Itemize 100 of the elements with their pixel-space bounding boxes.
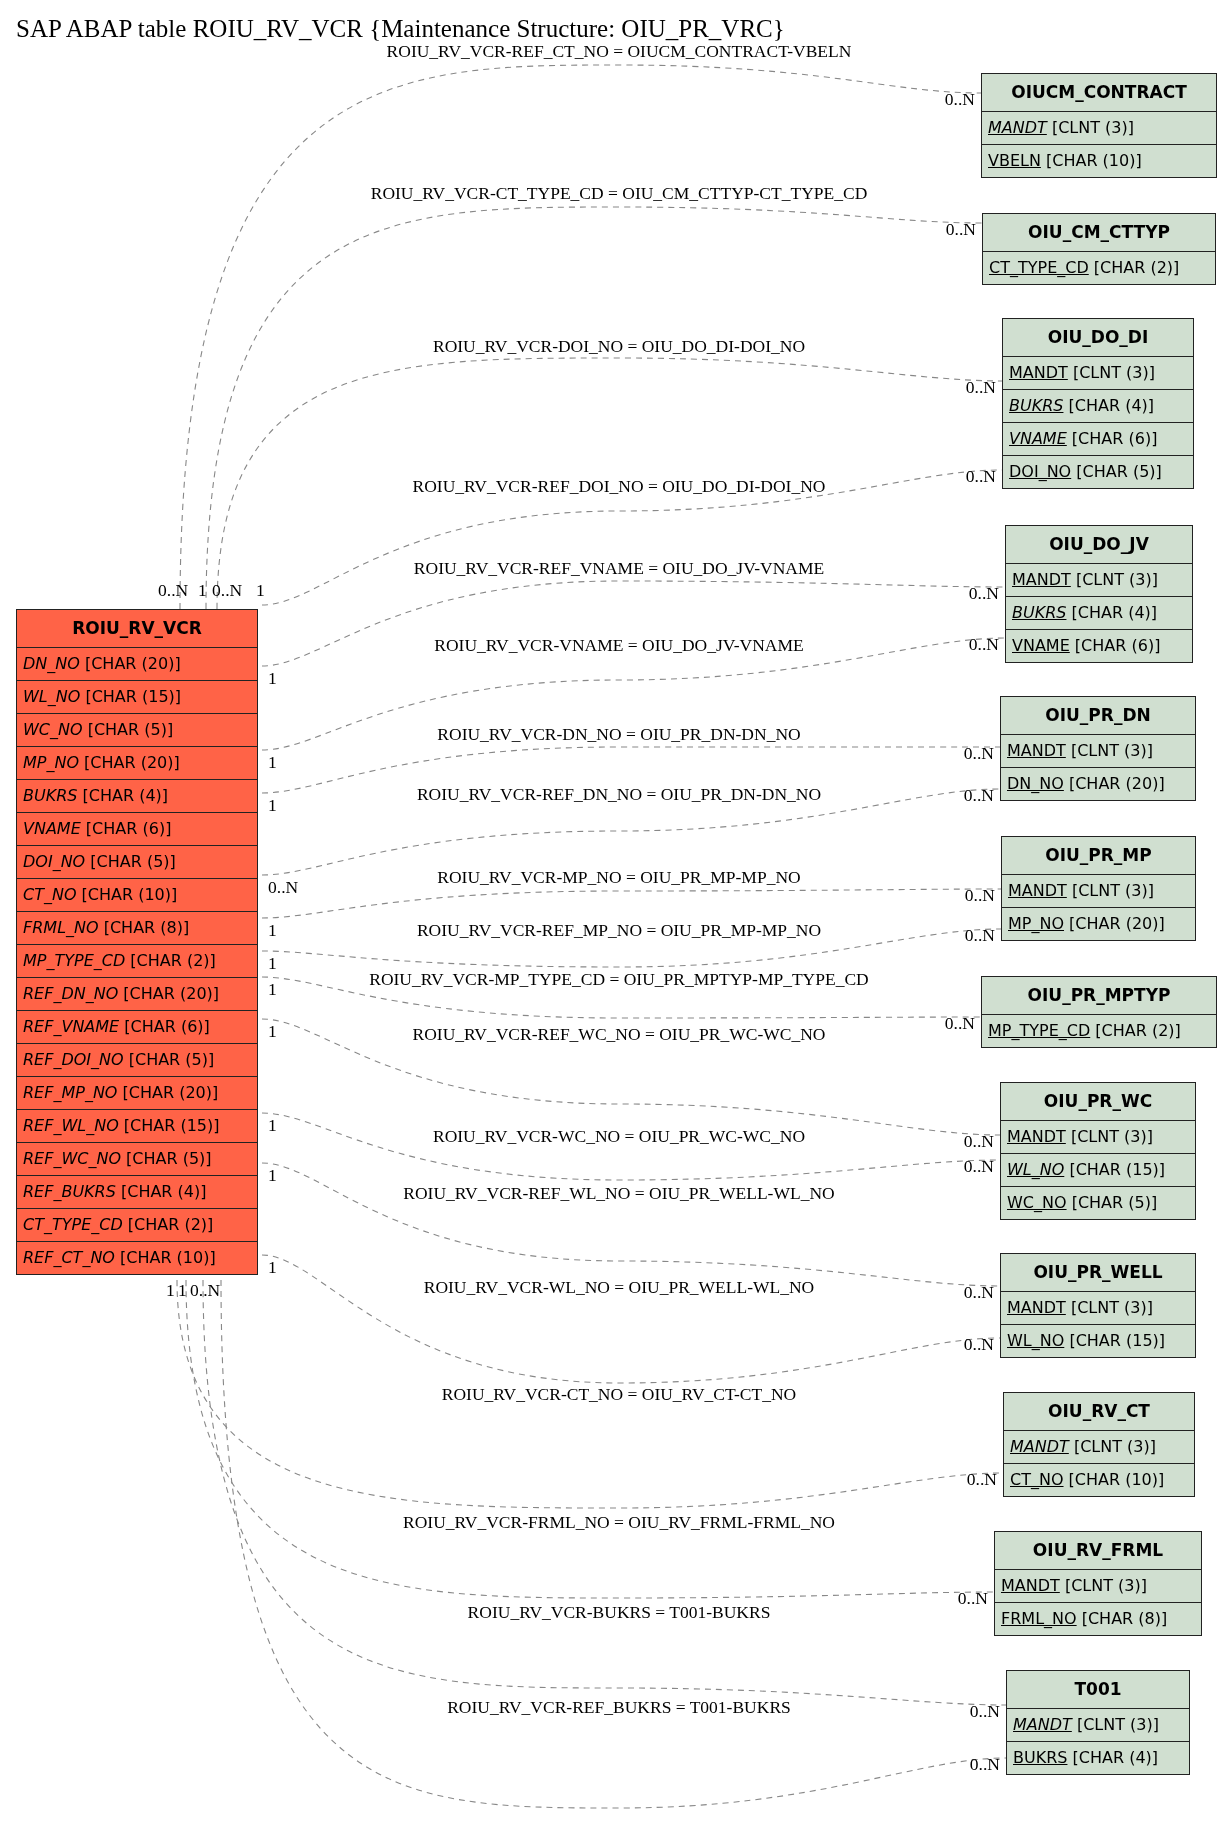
field-row: REF_DN_NO [CHAR (20)] <box>17 977 257 1010</box>
cardinality-label: 0..N <box>968 634 999 654</box>
relation-label: ROIU_RV_VCR-REF_BUKRS = T001-BUKRS <box>447 1697 791 1717</box>
cardinality-label: 0..N <box>963 1334 994 1354</box>
table-name: OIU_PR_MPTYP <box>1026 984 1172 1007</box>
relation-label: ROIU_RV_VCR-DN_NO = OIU_PR_DN-DN_NO <box>437 724 801 744</box>
cardinality-label: 1 <box>268 953 277 973</box>
field-row: FRML_NO [CHAR (8)] <box>995 1602 1201 1635</box>
field-row: VNAME [CHAR (6)] <box>1006 629 1192 662</box>
field-row: MANDT [CLNT (3)] <box>1001 1291 1195 1324</box>
cardinality-label: 0..N <box>968 583 999 603</box>
table-name: OIU_DO_JV <box>1048 533 1150 556</box>
field-row: MANDT [CLNT (3)] <box>1004 1430 1194 1463</box>
cardinality-label: 1 <box>268 795 277 815</box>
field-row: REF_CT_NO [CHAR (10)] <box>17 1241 257 1274</box>
relation-label: ROIU_RV_VCR-REF_CT_NO = OIUCM_CONTRACT-VBELN <box>386 41 852 61</box>
field-row: FRML_NO [CHAR (8)] <box>17 911 257 944</box>
cardinality-label: 1 <box>268 752 277 772</box>
cardinality-label: 1 <box>268 979 277 999</box>
field-row: MP_TYPE_CD [CHAR (2)] <box>982 1014 1216 1047</box>
table-name: OIU_DO_DI <box>1046 326 1150 349</box>
field-row: REF_WC_NO [CHAR (5)] <box>17 1142 257 1175</box>
field-row: REF_BUKRS [CHAR (4)] <box>17 1175 257 1208</box>
field-row: VNAME [CHAR (6)] <box>1003 422 1193 455</box>
cardinality-label: 1 <box>268 920 277 940</box>
relation-label: ROIU_RV_VCR-WL_NO = OIU_PR_WELL-WL_NO <box>423 1277 815 1297</box>
cardinality-label: 1 <box>268 668 277 688</box>
table-name: OIU_PR_MP <box>1044 844 1153 867</box>
cardinality-label: 0..N <box>944 89 975 109</box>
relation-label: ROIU_RV_VCR-REF_WC_NO = OIU_PR_WC-WC_NO <box>412 1024 826 1044</box>
cardinality-label: 1 <box>268 1021 277 1041</box>
field-row: REF_WL_NO [CHAR (15)] <box>17 1109 257 1142</box>
field-row: MANDT [CLNT (3)] <box>1001 734 1195 767</box>
cardinality-label: 0..N <box>966 1469 997 1489</box>
table-name: T001 <box>1073 1678 1123 1701</box>
field-row: CT_NO [CHAR (10)] <box>1004 1463 1194 1496</box>
relation-label: ROIU_RV_VCR-REF_DOI_NO = OIU_DO_DI-DOI_NO <box>412 476 826 496</box>
field-row: BUKRS [CHAR (4)] <box>1007 1741 1189 1774</box>
field-row: VNAME [CHAR (6)] <box>17 812 257 845</box>
relation-label: ROIU_RV_VCR-REF_WL_NO = OIU_PR_WELL-WL_NO <box>403 1183 835 1203</box>
cardinality-label: 0..N <box>964 885 995 905</box>
table-name: OIU_RV_FRML <box>1031 1539 1165 1562</box>
cardinality-label: 0..N <box>963 1131 994 1151</box>
field-row: VBELN [CHAR (10)] <box>982 144 1216 177</box>
field-row: MANDT [CLNT (3)] <box>1003 356 1193 389</box>
cardinality-label: 0..N <box>190 1280 221 1300</box>
cardinality-label: 0..N <box>268 877 299 897</box>
field-row: MANDT [CLNT (3)] <box>982 111 1216 144</box>
relation-label: ROIU_RV_VCR-VNAME = OIU_DO_JV-VNAME <box>434 635 804 655</box>
cardinality-label: 0..N <box>963 785 994 805</box>
relation-label: ROIU_RV_VCR-REF_DN_NO = OIU_PR_DN-DN_NO <box>416 784 822 804</box>
field-row: REF_VNAME [CHAR (6)] <box>17 1010 257 1043</box>
cardinality-label: 0..N <box>945 219 976 239</box>
cardinality-label: 1 <box>256 580 265 600</box>
cardinality-label: 0..N <box>964 925 995 945</box>
field-row: BUKRS [CHAR (4)] <box>1006 596 1192 629</box>
field-row: WL_NO [CHAR (15)] <box>1001 1153 1195 1186</box>
field-row: MANDT [CLNT (3)] <box>1002 874 1195 907</box>
field-row: MANDT [CLNT (3)] <box>1006 563 1192 596</box>
cardinality-label: 0..N <box>963 1156 994 1176</box>
cardinality-label: 0..N <box>965 466 996 486</box>
field-row: REF_MP_NO [CHAR (20)] <box>17 1076 257 1109</box>
relation-label: ROIU_RV_VCR-MP_NO = OIU_PR_MP-MP_NO <box>437 867 801 887</box>
field-row: REF_DOI_NO [CHAR (5)] <box>17 1043 257 1076</box>
cardinality-label: 0..N <box>963 1282 994 1302</box>
field-row: WC_NO [CHAR (5)] <box>1001 1186 1195 1219</box>
field-row: DOI_NO [CHAR (5)] <box>1003 455 1193 488</box>
table-name: OIU_RV_CT <box>1047 1400 1151 1423</box>
field-row: WC_NO [CHAR (5)] <box>17 713 257 746</box>
cardinality-label: 0..N <box>158 580 189 600</box>
field-row: MANDT [CLNT (3)] <box>1001 1120 1195 1153</box>
relation-label: ROIU_RV_VCR-CT_TYPE_CD = OIU_CM_CTTYP-CT_TYPE_CD <box>370 183 868 203</box>
table-name: OIUCM_CONTRACT <box>1010 81 1188 104</box>
table-name: OIU_PR_WC <box>1042 1090 1154 1113</box>
cardinality-label: 1 <box>268 1165 277 1185</box>
field-row: CT_TYPE_CD [CHAR (2)] <box>17 1208 257 1241</box>
relation-label: ROIU_RV_VCR-MP_TYPE_CD = OIU_PR_MPTYP-MP_TYPE_CD <box>369 969 869 989</box>
field-row: WL_NO [CHAR (15)] <box>1001 1324 1195 1357</box>
cardinality-label: 0..N <box>965 377 996 397</box>
field-row: BUKRS [CHAR (4)] <box>17 779 257 812</box>
relation-label: ROIU_RV_VCR-DOI_NO = OIU_DO_DI-DOI_NO <box>433 336 805 356</box>
relation-label: ROIU_RV_VCR-WC_NO = OIU_PR_WC-WC_NO <box>432 1126 806 1146</box>
cardinality-label: 0..N <box>969 1701 1000 1721</box>
relation-label: ROIU_RV_VCR-CT_NO = OIU_RV_CT-CT_NO <box>441 1384 797 1404</box>
field-row: MP_NO [CHAR (20)] <box>1002 907 1195 940</box>
cardinality-label: 1 <box>178 1280 187 1300</box>
table-name: OIU_PR_WELL <box>1032 1261 1164 1284</box>
cardinality-label: 0..N <box>212 580 243 600</box>
field-row: CT_TYPE_CD [CHAR (2)] <box>983 251 1215 284</box>
cardinality-label: 0..N <box>957 1588 988 1608</box>
cardinality-label: 0..N <box>963 743 994 763</box>
field-row: WL_NO [CHAR (15)] <box>17 680 257 713</box>
relation-label: ROIU_RV_VCR-BUKRS = T001-BUKRS <box>467 1602 771 1622</box>
cardinality-label: 1 <box>268 1115 277 1135</box>
relation-label: ROIU_RV_VCR-FRML_NO = OIU_RV_FRML-FRML_NO <box>403 1512 835 1532</box>
cardinality-label: 0..N <box>944 1013 975 1033</box>
field-row: DN_NO [CHAR (20)] <box>17 647 257 680</box>
field-row: MANDT [CLNT (3)] <box>1007 1708 1189 1741</box>
table-name: ROIU_RV_VCR <box>71 617 203 640</box>
field-row: DN_NO [CHAR (20)] <box>1001 767 1195 800</box>
